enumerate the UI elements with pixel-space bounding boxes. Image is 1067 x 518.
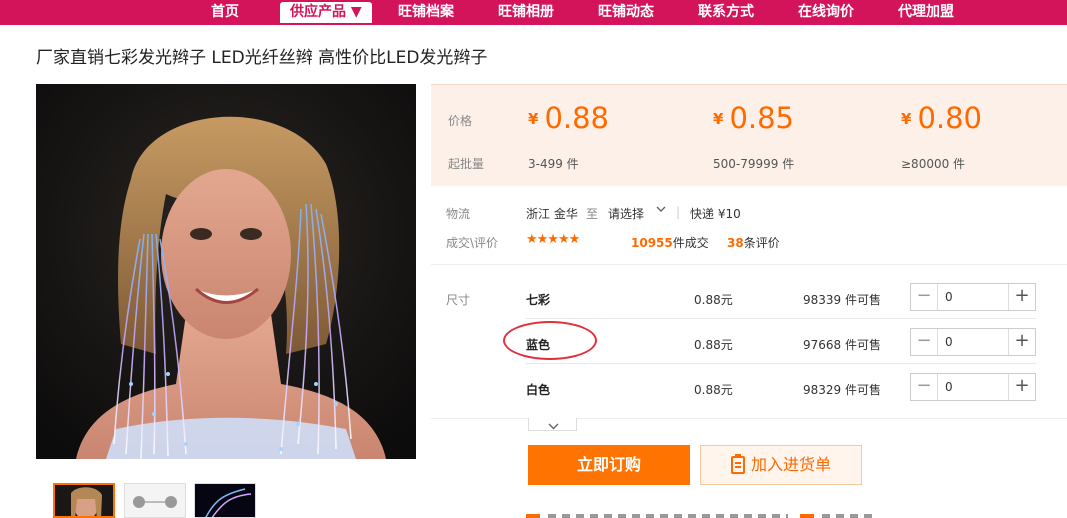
cut-off-text (548, 514, 788, 518)
qty-range-tier-1: 3-499 件 (528, 157, 579, 171)
minus-icon[interactable]: − (911, 284, 938, 310)
cut-off-icon (526, 514, 540, 518)
nav-products[interactable]: 供应产品 ▼ (280, 2, 372, 23)
nav-contact[interactable]: 联系方式 (698, 0, 754, 25)
qty-range-tier-2: 500-79999 件 (713, 157, 795, 171)
clipboard-icon (730, 454, 745, 474)
sku-label: 尺寸 (446, 293, 471, 307)
thumbnail-2[interactable] (124, 483, 186, 518)
product-photo-illustration (36, 84, 416, 459)
divider (431, 418, 1067, 419)
deals-summary[interactable]: 10955件成交 (631, 234, 709, 251)
expand-sku-toggle[interactable] (528, 418, 577, 431)
minus-icon[interactable]: − (911, 329, 938, 355)
minus-icon[interactable]: − (911, 374, 938, 400)
reviews-summary[interactable]: 38条评价 (727, 234, 780, 251)
quantity-input[interactable]: 0 (945, 380, 953, 394)
logistics-label: 物流 (446, 207, 471, 221)
quantity-stepper: − 0 + (910, 283, 1036, 311)
thumbnail-3[interactable] (194, 483, 256, 518)
quantity-input[interactable]: 0 (945, 335, 953, 349)
sku-row-divider (526, 363, 1036, 364)
nav-agency[interactable]: 代理加盟 (898, 0, 954, 25)
thumbnail-3-image (195, 484, 255, 517)
quantity-stepper: − 0 + (910, 373, 1036, 401)
price-panel: 价格 起批量 ¥0.88 ¥0.85 ¥0.80 3-499 件 500-799… (431, 84, 1067, 186)
qty-range-tier-3: ≥80000 件 (901, 157, 966, 171)
price-tier-3-value: 0.80 (917, 101, 983, 135)
shipping-to: 至 (586, 207, 599, 221)
plus-icon[interactable]: + (1008, 329, 1035, 355)
sku-stock: 98339 件可售 (803, 293, 881, 307)
add-to-cart-button[interactable]: 加入进货单 (700, 445, 862, 485)
price-tier-2-value: 0.85 (729, 101, 795, 135)
nav-shop-album[interactable]: 旺铺相册 (498, 0, 554, 25)
annotation-ellipse (503, 321, 597, 360)
currency-symbol: ¥ (528, 110, 539, 128)
shipping-fee: 快递 ¥10 (690, 207, 741, 221)
sku-price: 0.88元 (694, 293, 733, 307)
sku-price: 0.88元 (694, 338, 733, 352)
deals-suffix: 件成交 (672, 236, 709, 250)
order-now-button[interactable]: 立即订购 (528, 445, 690, 485)
price-tier-2: ¥0.85 (713, 101, 794, 135)
shipping-origin: 浙江 金华 (526, 207, 578, 221)
price-label: 价格 (448, 114, 473, 128)
review-count: 38 (727, 236, 744, 250)
price-tier-1: ¥0.88 (528, 101, 609, 135)
reviews-label: 成交\评价 (446, 236, 499, 250)
nav-shop-news[interactable]: 旺铺动态 (598, 0, 654, 25)
sku-row-divider (526, 318, 1036, 319)
thumbnail-1[interactable] (53, 483, 115, 518)
divider (431, 264, 1067, 265)
chevron-down-icon[interactable] (655, 203, 667, 218)
price-tier-1-value: 0.88 (544, 101, 610, 135)
cut-off-text (822, 514, 872, 518)
rating-stars: ★★★★★ (526, 232, 580, 247)
plus-icon[interactable]: + (1008, 284, 1035, 310)
sku-stock: 98329 件可售 (803, 383, 881, 397)
sku-stock: 97668 件可售 (803, 338, 881, 352)
nav-shop-profile[interactable]: 旺铺档案 (398, 0, 454, 25)
top-nav-bar: 首页 供应产品 ▼ 旺铺档案 旺铺相册 旺铺动态 联系方式 在线询价 代理加盟 (0, 0, 1067, 25)
nav-inquiry[interactable]: 在线询价 (798, 0, 854, 25)
destination-select[interactable]: 请选择 (608, 205, 644, 222)
separator: | (676, 205, 681, 219)
price-tier-3: ¥0.80 (901, 101, 982, 135)
quantity-input[interactable]: 0 (945, 290, 953, 304)
nav-home[interactable]: 首页 (211, 0, 239, 25)
plus-icon[interactable]: + (1008, 374, 1035, 400)
min-qty-label: 起批量 (448, 157, 485, 171)
sku-price: 0.88元 (694, 383, 733, 397)
product-title: 厂家直销七彩发光辫子 LED光纤丝辫 高性价比LED发光辫子 (36, 48, 488, 68)
thumbnail-2-image (125, 484, 185, 517)
currency-symbol: ¥ (713, 110, 724, 128)
sku-name: 白色 (526, 383, 551, 397)
product-main-image[interactable] (36, 84, 416, 459)
sku-name: 七彩 (526, 293, 551, 307)
review-suffix: 条评价 (743, 236, 780, 250)
currency-symbol: ¥ (901, 110, 912, 128)
chevron-down-icon (548, 423, 559, 430)
add-to-cart-label: 加入进货单 (750, 455, 831, 474)
deals-count: 10955 (631, 236, 673, 250)
thumbnail-1-image (55, 485, 113, 516)
cut-off-icon (800, 514, 814, 518)
quantity-stepper: − 0 + (910, 328, 1036, 356)
